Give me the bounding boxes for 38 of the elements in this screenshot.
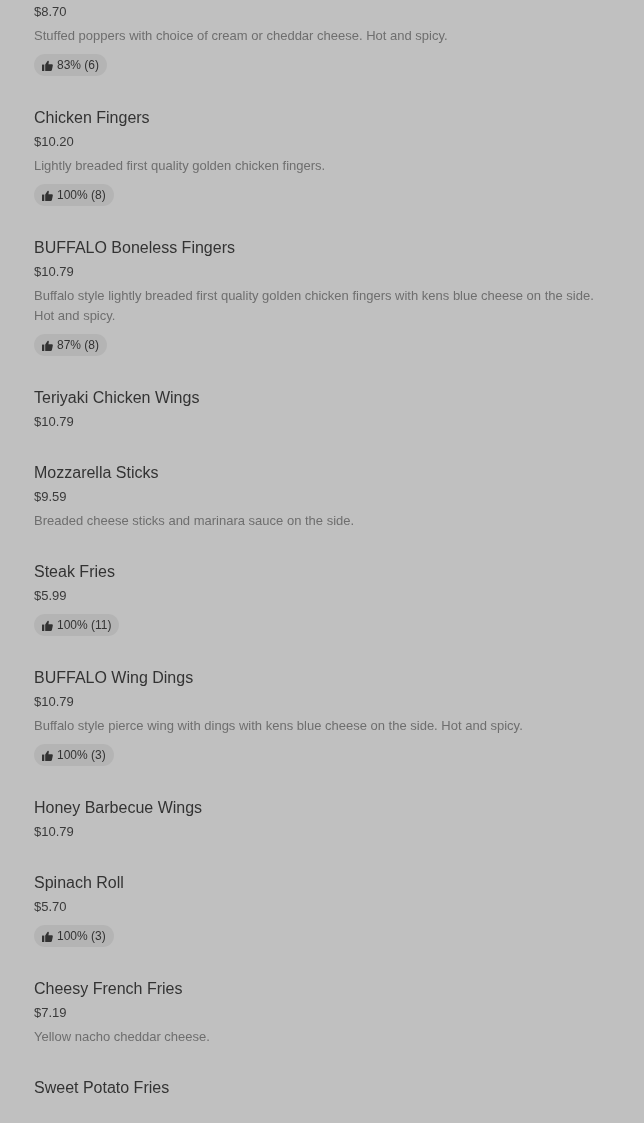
item-name: Chicken Fingers xyxy=(34,108,151,128)
item-price: $5.70 xyxy=(34,898,68,916)
item-name: BUFFALO Boneless Fingers xyxy=(34,238,236,258)
item-price: $10.79 xyxy=(34,693,75,711)
thumbs-up-icon xyxy=(42,930,53,942)
item-price: $9.59 xyxy=(34,488,68,506)
rating-text: 100% (11) xyxy=(57,617,112,634)
item-name: Sweet Potato Fries xyxy=(34,1078,171,1098)
item-description: Buffalo style pierce wing with dings with kens blue cheese on the side. Hot and spicy. xyxy=(34,717,524,735)
item-price: $8.70 xyxy=(34,3,68,21)
item-price: $5.99 xyxy=(34,587,68,605)
item-name: Steak Fries xyxy=(34,562,116,582)
item-price: $10.79 xyxy=(34,263,75,281)
item-price: $10.20 xyxy=(34,133,75,151)
item-name: Honey Barbecue Wings xyxy=(34,798,204,818)
thumbs-up-icon xyxy=(42,619,53,631)
item-description: Lightly breaded first quality golden chicken fingers. xyxy=(34,157,327,175)
rating-text: 100% (3) xyxy=(57,747,106,764)
item-name: Teriyaki Chicken Wings xyxy=(34,388,201,408)
item-description: Buffalo style lightly breaded first quality golden chicken fingers with kens blue cheese on the side. Hot and spicy. xyxy=(34,287,595,325)
item-description: Yellow nacho cheddar cheese. xyxy=(34,1028,211,1046)
rating-text: 87% (8) xyxy=(57,337,100,354)
item-price: $10.79 xyxy=(34,413,75,431)
thumbs-up-icon xyxy=(42,189,53,201)
item-price: $10.79 xyxy=(34,823,75,841)
item-name: Spinach Roll xyxy=(34,873,125,893)
rating-text: 100% (3) xyxy=(57,928,106,945)
item-price: $7.19 xyxy=(34,1004,68,1022)
thumbs-up-icon xyxy=(42,59,53,71)
item-name: BUFFALO Wing Dings xyxy=(34,668,195,688)
rating-text: 100% (8) xyxy=(57,187,106,204)
item-name: Cheesy French Fries xyxy=(34,979,184,999)
thumbs-up-icon xyxy=(42,749,53,761)
item-description: Breaded cheese sticks and marinara sauce on the side. xyxy=(34,512,356,530)
item-name: Mozzarella Sticks xyxy=(34,463,160,483)
item-description: Stuffed poppers with choice of cream or cheddar cheese. Hot and spicy. xyxy=(34,27,449,45)
thumbs-up-icon xyxy=(42,339,53,351)
rating-text: 83% (6) xyxy=(57,57,100,74)
